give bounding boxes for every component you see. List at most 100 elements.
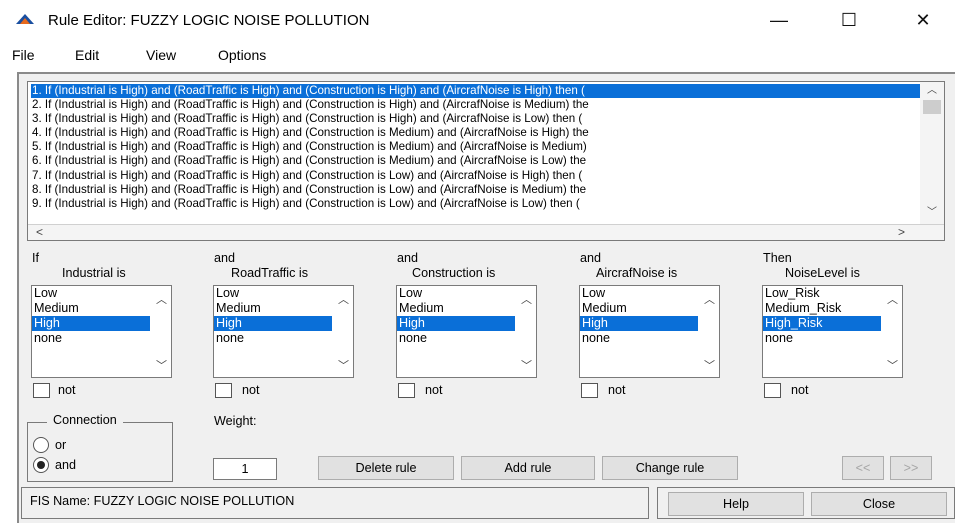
chevron-up-icon[interactable]: ︿ bbox=[338, 291, 349, 307]
col-prefix-noiselevel: Then bbox=[763, 251, 792, 265]
or-radio[interactable] bbox=[33, 437, 49, 453]
list-item[interactable]: none bbox=[763, 331, 881, 346]
col-label-noiselevel: NoiseLevel is bbox=[785, 266, 860, 280]
col-label-roadtraffic: RoadTraffic is bbox=[231, 266, 308, 280]
list-item[interactable]: Low bbox=[32, 286, 150, 301]
industrial-listbox[interactable]: Low Medium High none ︿ ﹀ bbox=[31, 285, 172, 378]
delete-rule-button[interactable]: Delete rule bbox=[318, 456, 454, 480]
list-item[interactable]: none bbox=[214, 331, 332, 346]
help-button[interactable]: Help bbox=[668, 492, 804, 516]
close-button[interactable]: Close bbox=[811, 492, 947, 516]
rule-item[interactable]: 4. If (Industrial is High) and (RoadTraf… bbox=[31, 126, 921, 140]
noiselevel-listbox[interactable]: Low_Risk Medium_Risk High_Risk none ︿ ﹀ bbox=[762, 285, 903, 378]
list-item[interactable]: Low_Risk bbox=[763, 286, 881, 301]
list-item[interactable]: Medium bbox=[214, 301, 332, 316]
construction-not-checkbox[interactable] bbox=[398, 383, 415, 398]
col-label-aircrafnoise: AircrafNoise is bbox=[596, 266, 678, 280]
list-item[interactable]: Low bbox=[214, 286, 332, 301]
list-item[interactable]: Medium_Risk bbox=[763, 301, 881, 316]
not-label: not bbox=[791, 383, 809, 397]
list-item[interactable]: High bbox=[580, 316, 698, 331]
scroll-right-icon[interactable]: > bbox=[898, 226, 905, 238]
rule-item[interactable]: 5. If (Industrial is High) and (RoadTraf… bbox=[31, 140, 921, 154]
change-rule-button[interactable]: Change rule bbox=[602, 456, 738, 480]
list-item[interactable]: none bbox=[397, 331, 515, 346]
col-prefix-roadtraffic: and bbox=[214, 251, 236, 265]
menu-edit[interactable]: Edit bbox=[75, 47, 99, 63]
list-item[interactable]: High bbox=[397, 316, 515, 331]
industrial-not-checkbox[interactable] bbox=[33, 383, 50, 398]
weight-input[interactable]: 1 bbox=[213, 458, 277, 480]
col-prefix-industrial: If bbox=[32, 251, 39, 265]
window-title: Rule Editor: FUZZY LOGIC NOISE POLLUTION bbox=[48, 12, 370, 29]
rule-item[interactable]: 7. If (Industrial is High) and (RoadTraf… bbox=[31, 169, 921, 183]
weight-label: Weight: bbox=[214, 414, 257, 428]
roadtraffic-listbox[interactable]: Low Medium High none ︿ ﹀ bbox=[213, 285, 354, 378]
chevron-down-icon[interactable]: ﹀ bbox=[704, 357, 715, 373]
rules-listbox[interactable]: 1. If (Industrial is High) and (RoadTraf… bbox=[27, 81, 945, 241]
list-item[interactable]: Low bbox=[580, 286, 698, 301]
connection-group bbox=[27, 422, 173, 482]
list-item[interactable]: High bbox=[214, 316, 332, 331]
title-bar: Rule Editor: FUZZY LOGIC NOISE POLLUTION… bbox=[0, 0, 955, 40]
chevron-down-icon[interactable]: ﹀ bbox=[338, 357, 349, 373]
not-label: not bbox=[242, 383, 260, 397]
minimize-button[interactable]: — bbox=[756, 4, 802, 36]
col-label-industrial: Industrial is bbox=[62, 266, 126, 280]
roadtraffic-not-checkbox[interactable] bbox=[215, 383, 232, 398]
col-prefix-construction: and bbox=[397, 251, 419, 265]
not-label: not bbox=[425, 383, 443, 397]
rules-lines: 1. If (Industrial is High) and (RoadTraf… bbox=[31, 84, 921, 224]
noiselevel-not-checkbox[interactable] bbox=[764, 383, 781, 398]
aircrafnoise-listbox[interactable]: Low Medium High none ︿ ﹀ bbox=[579, 285, 720, 378]
menu-file[interactable]: File bbox=[12, 47, 35, 63]
add-rule-button[interactable]: Add rule bbox=[461, 456, 595, 480]
menu-options[interactable]: Options bbox=[218, 47, 266, 63]
menu-view[interactable]: View bbox=[146, 47, 176, 63]
window-close-button[interactable]: ✕ bbox=[900, 4, 946, 36]
list-item[interactable]: High_Risk bbox=[763, 316, 881, 331]
chevron-down-icon[interactable]: ﹀ bbox=[156, 357, 167, 373]
and-label: and bbox=[55, 458, 77, 472]
col-label-construction: Construction is bbox=[412, 266, 496, 280]
menu-bar: File Edit View Options bbox=[0, 40, 955, 70]
rule-item[interactable]: 8. If (Industrial is High) and (RoadTraf… bbox=[31, 183, 921, 197]
list-item[interactable]: High bbox=[32, 316, 150, 331]
chevron-up-icon[interactable]: ︿ bbox=[887, 291, 898, 307]
chevron-up-icon[interactable]: ︿ bbox=[704, 291, 715, 307]
rule-item[interactable]: 9. If (Industrial is High) and (RoadTraf… bbox=[31, 197, 921, 211]
and-radio[interactable] bbox=[33, 457, 49, 473]
chevron-down-icon[interactable]: ﹀ bbox=[521, 357, 532, 373]
list-item[interactable]: none bbox=[32, 331, 150, 346]
next-button[interactable]: >> bbox=[890, 456, 932, 480]
aircrafnoise-not-checkbox[interactable] bbox=[581, 383, 598, 398]
construction-listbox[interactable]: Low Medium High none ︿ ﹀ bbox=[396, 285, 537, 378]
not-label: not bbox=[58, 383, 76, 397]
scroll-left-icon[interactable]: < bbox=[36, 226, 43, 238]
or-label: or bbox=[55, 438, 67, 452]
maximize-button[interactable]: ☐ bbox=[826, 4, 872, 36]
chevron-up-icon[interactable]: ︿ bbox=[156, 291, 167, 307]
chevron-down-icon[interactable]: ﹀ bbox=[887, 357, 898, 373]
list-item[interactable]: Medium bbox=[580, 301, 698, 316]
col-prefix-aircrafnoise: and bbox=[580, 251, 602, 265]
rule-item[interactable]: 1. If (Industrial is High) and (RoadTraf… bbox=[31, 84, 921, 99]
list-item[interactable]: none bbox=[580, 331, 698, 346]
list-item[interactable]: Low bbox=[397, 286, 515, 301]
rule-item[interactable]: 2. If (Industrial is High) and (RoadTraf… bbox=[31, 98, 921, 112]
previous-button[interactable]: << bbox=[842, 456, 884, 480]
list-item[interactable]: Medium bbox=[397, 301, 515, 316]
rules-vertical-scrollbar[interactable]: ︿ ﹀ bbox=[920, 82, 944, 224]
rule-item[interactable]: 3. If (Industrial is High) and (RoadTraf… bbox=[31, 112, 921, 126]
fis-name-text: FIS Name: FUZZY LOGIC NOISE POLLUTION bbox=[30, 494, 295, 508]
list-item[interactable]: Medium bbox=[32, 301, 150, 316]
rules-horizontal-scrollbar[interactable]: < > bbox=[28, 224, 944, 240]
chevron-up-icon[interactable]: ︿ bbox=[521, 291, 532, 307]
not-label: not bbox=[608, 383, 626, 397]
connection-legend: Connection bbox=[47, 413, 123, 427]
scroll-down-icon[interactable]: ﹀ bbox=[927, 208, 937, 218]
matlab-icon bbox=[16, 14, 34, 24]
rule-item[interactable]: 6. If (Industrial is High) and (RoadTraf… bbox=[31, 154, 921, 168]
scroll-thumb[interactable] bbox=[923, 100, 941, 114]
scroll-up-icon[interactable]: ︿ bbox=[927, 86, 937, 96]
